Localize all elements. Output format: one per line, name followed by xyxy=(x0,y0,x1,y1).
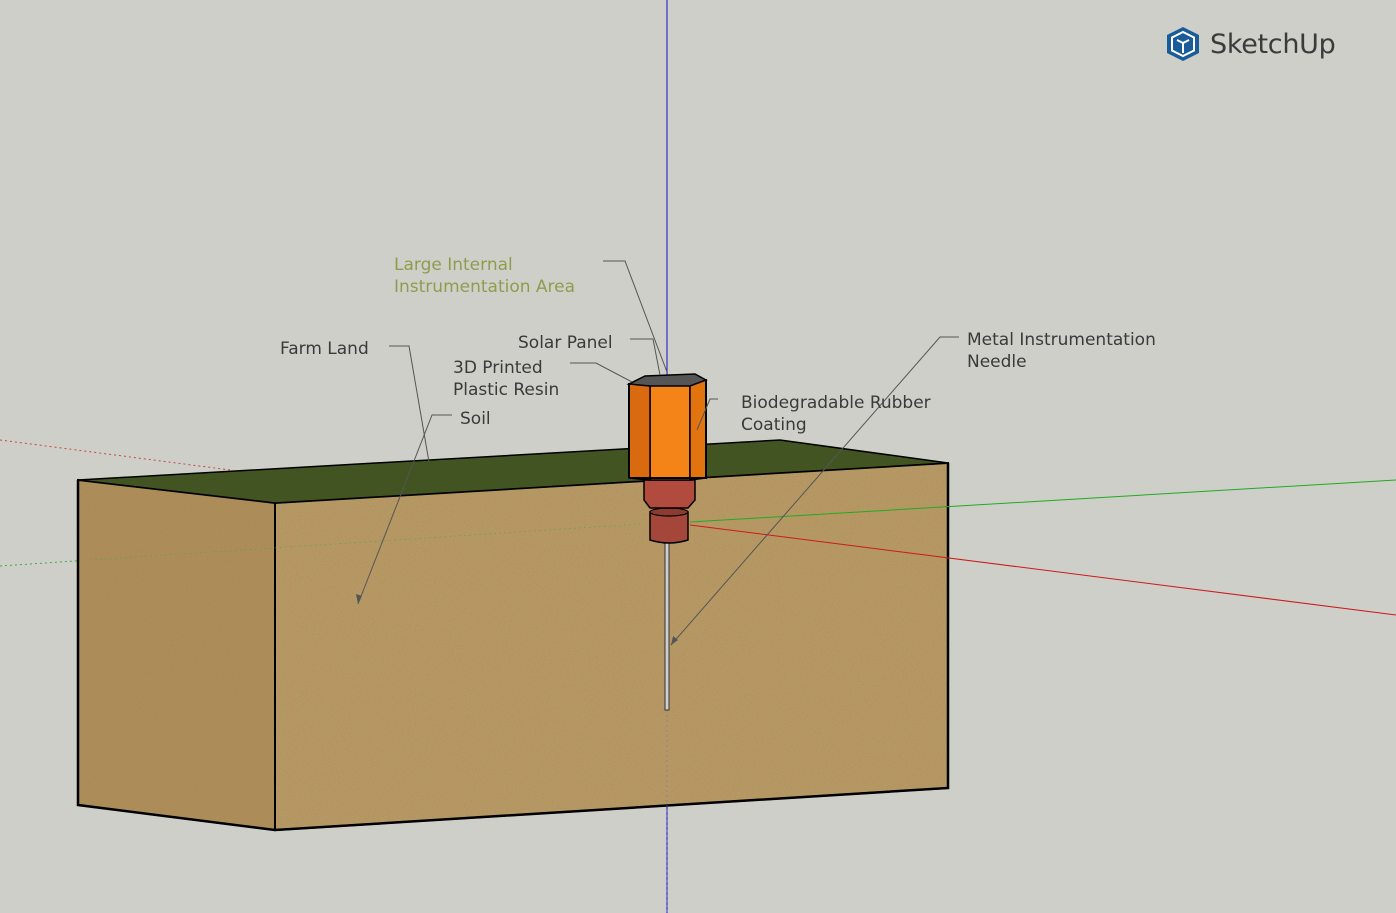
green-axis-dotted xyxy=(0,559,91,567)
solar-panel[interactable] xyxy=(626,373,708,387)
label-farm-land[interactable]: Farm Land xyxy=(280,338,369,360)
plastic-resin-housing-front[interactable] xyxy=(649,381,691,481)
rubber-coating-lower[interactable] xyxy=(649,511,689,544)
metal-needle[interactable] xyxy=(664,539,670,711)
leader-solar-panel xyxy=(630,338,661,376)
leader-internal-area xyxy=(603,260,668,373)
label-plastic-resin[interactable]: 3D Printed Plastic Resin xyxy=(453,357,559,401)
label-soil[interactable]: Soil xyxy=(460,408,491,430)
model-scene[interactable] xyxy=(0,0,1396,913)
sketchup-logo-icon xyxy=(1167,27,1199,61)
leader-plastic-resin xyxy=(570,362,633,383)
rubber-coating-upper[interactable] xyxy=(643,479,696,509)
sketchup-logo-text: SketchUp xyxy=(1210,28,1336,60)
label-solar-panel[interactable]: Solar Panel xyxy=(518,332,613,354)
sketchup-logo: SketchUp xyxy=(1166,26,1336,62)
label-internal-area[interactable]: Large Internal Instrumentation Area xyxy=(394,254,575,298)
red-axis-dotted xyxy=(0,439,231,471)
label-needle[interactable]: Metal Instrumentation Needle xyxy=(967,329,1156,373)
label-rubber-coating[interactable]: Biodegradable Rubber Coating xyxy=(741,392,931,436)
plastic-resin-housing-right[interactable] xyxy=(689,379,707,481)
leader-farm-land xyxy=(389,345,430,463)
plastic-resin-housing-left[interactable] xyxy=(628,383,651,481)
model-viewport[interactable]: SketchUp Large Internal Instrumentation … xyxy=(0,0,1396,913)
